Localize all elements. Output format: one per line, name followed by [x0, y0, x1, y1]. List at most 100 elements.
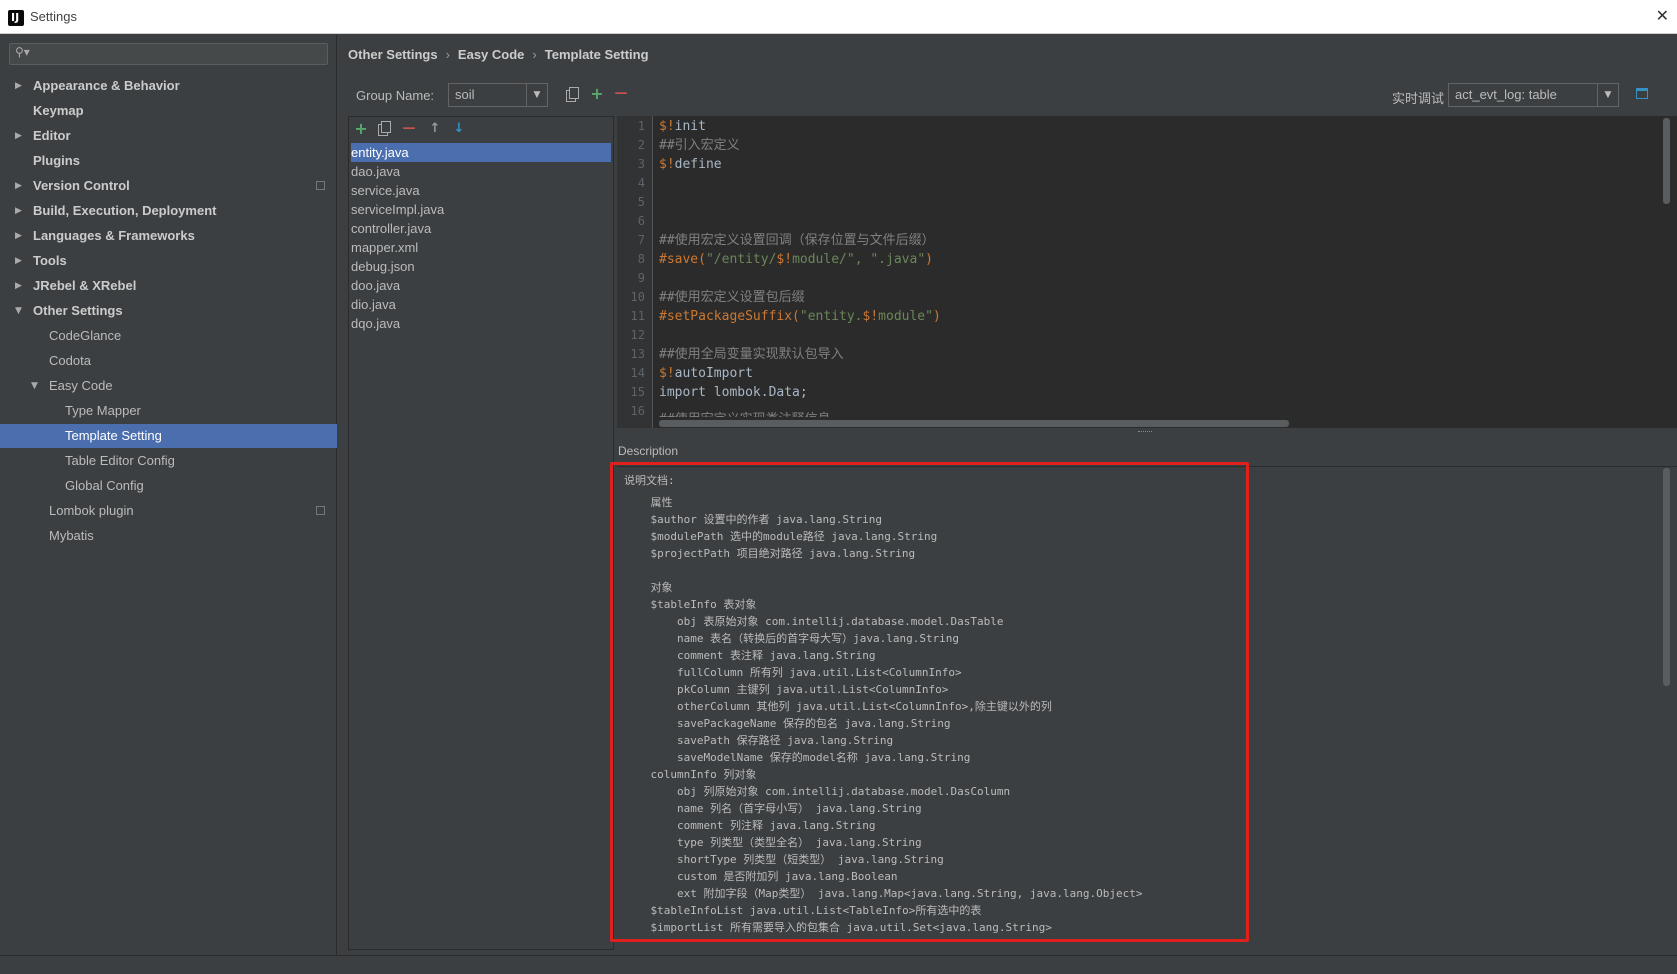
group-name-select[interactable]: soil ▼ — [448, 83, 548, 107]
line-number: 14 — [630, 366, 645, 380]
line-number: 6 — [637, 214, 645, 228]
title-bar: IJ Settings ✕ — [0, 0, 1677, 34]
group-name-label: Group Name: — [356, 88, 435, 103]
expand-arrow-icon: ▶ — [15, 256, 22, 266]
copy-icon — [569, 87, 579, 99]
file-item-entity[interactable]: entity.java — [351, 143, 611, 162]
sidebar-item-plugins[interactable]: Plugins — [0, 149, 337, 173]
window-title: Settings — [30, 9, 77, 24]
remove-group-button[interactable]: — — [613, 86, 629, 102]
expand-arrow-icon: ▶ — [15, 281, 22, 291]
file-item-dao[interactable]: dao.java — [351, 162, 611, 181]
preview-button[interactable] — [1634, 86, 1650, 102]
code-line: ##引入宏定义 — [659, 138, 740, 153]
code-line: $!init — [659, 119, 706, 134]
sidebar-item-table-editor-config[interactable]: Table Editor Config — [0, 449, 337, 473]
description-label: Description — [618, 444, 679, 458]
code-line: $!define — [659, 157, 722, 172]
file-item-dio[interactable]: dio.java — [351, 295, 611, 314]
line-number: 5 — [637, 195, 645, 209]
settings-search-input[interactable]: ⚲▾ — [9, 43, 328, 65]
sidebar-item-codota[interactable]: Codota — [0, 349, 337, 373]
remove-file-button[interactable]: — — [401, 121, 417, 137]
expand-arrow-icon: ▶ — [15, 181, 22, 191]
sidebar-item-easy-code[interactable]: ▼ Easy Code — [0, 374, 337, 398]
file-item-controller[interactable]: controller.java — [351, 219, 611, 238]
file-item-doo[interactable]: doo.java — [351, 276, 611, 295]
sidebar-item-codeglance[interactable]: CodeGlance — [0, 324, 337, 348]
splitter-handle[interactable] — [1138, 431, 1152, 434]
sidebar-item-tools[interactable]: ▶ Tools — [0, 249, 337, 273]
line-number: 1 — [637, 119, 645, 133]
collapse-arrow-icon: ▼ — [31, 381, 38, 391]
move-up-button[interactable]: ↑ — [427, 121, 443, 137]
sidebar-item-editor[interactable]: ▶ Editor — [0, 124, 337, 148]
file-item-debug[interactable]: debug.json — [351, 257, 611, 276]
code-line: #setPackageSuffix("entity.$!module") — [659, 309, 941, 324]
code-line: ##使用宏定义设置回调（保存位置与文件后缀） — [659, 233, 935, 248]
preview-icon — [1636, 88, 1648, 99]
line-number: 4 — [637, 176, 645, 190]
expand-arrow-icon: ▶ — [15, 206, 22, 216]
close-button[interactable]: ✕ — [1656, 6, 1669, 25]
expand-arrow-icon: ▶ — [15, 231, 22, 241]
sidebar-item-template-setting[interactable]: Template Setting — [0, 424, 337, 448]
line-number: 10 — [630, 290, 645, 304]
sidebar-item-languages[interactable]: ▶ Languages & Frameworks — [0, 224, 337, 248]
realtime-debug-label: 实时调试 — [1392, 92, 1445, 107]
breadcrumb-item: Template Setting — [544, 47, 649, 62]
sidebar-item-version-control[interactable]: ▶ Version Control — [0, 174, 337, 198]
collapse-arrow-icon: ▼ — [15, 306, 22, 316]
breadcrumb-separator: › — [532, 47, 537, 62]
editor-vertical-scrollbar[interactable] — [1663, 118, 1670, 204]
code-line: ##使用全局变量实现默认包导入 — [659, 347, 844, 362]
sidebar-item-mybatis[interactable]: Mybatis — [0, 524, 337, 548]
search-icon: ⚲▾ — [15, 45, 30, 59]
file-item-dqo[interactable]: dqo.java — [351, 314, 611, 333]
code-line: import lombok.Data; — [659, 385, 808, 400]
code-line: $!autoImport — [659, 366, 753, 381]
move-down-button[interactable]: ↓ — [451, 121, 467, 137]
copy-icon — [381, 121, 391, 133]
line-number: 3 — [637, 157, 645, 171]
line-number: 9 — [637, 271, 645, 285]
expand-arrow-icon: ▶ — [15, 131, 22, 141]
copy-group-button[interactable] — [565, 87, 581, 103]
line-number: 16 — [630, 404, 645, 418]
sidebar-item-keymap[interactable]: Keymap — [0, 99, 337, 123]
line-number: 13 — [630, 347, 645, 361]
file-item-service[interactable]: service.java — [351, 181, 611, 200]
line-number: 7 — [637, 233, 645, 247]
breadcrumb: Other Settings › Easy Code › Template Settin… — [348, 47, 649, 62]
intellij-logo-icon: IJ — [8, 10, 24, 26]
code-line: ##使用宏定义设置包后缀 — [659, 290, 805, 305]
sidebar-item-type-mapper[interactable]: Type Mapper — [0, 399, 337, 423]
line-number: 15 — [630, 385, 645, 399]
sidebar-item-other-settings[interactable]: ▼ Other Settings — [0, 299, 337, 323]
highlight-box — [610, 462, 1249, 942]
line-number: 2 — [637, 138, 645, 152]
sidebar-item-build[interactable]: ▶ Build, Execution, Deployment — [0, 199, 337, 223]
add-group-button[interactable]: + — [589, 86, 605, 102]
add-file-button[interactable]: + — [353, 121, 369, 137]
line-number: 12 — [630, 328, 645, 342]
chevron-down-icon: ▼ — [1597, 84, 1618, 106]
copy-file-button[interactable] — [377, 121, 393, 137]
chevron-down-icon: ▼ — [526, 84, 547, 106]
file-item-service-impl[interactable]: serviceImpl.java — [351, 200, 611, 219]
project-settings-icon — [316, 506, 325, 515]
editor-horizontal-scrollbar[interactable] — [659, 420, 1289, 427]
template-code-editor[interactable] — [617, 116, 1677, 428]
debug-table-select[interactable]: act_evt_log: table ▼ — [1448, 83, 1619, 107]
file-item-mapper[interactable]: mapper.xml — [351, 238, 611, 257]
sidebar-item-global-config[interactable]: Global Config — [0, 474, 337, 498]
code-line: #save("/entity/$!module/", ".java") — [659, 252, 933, 267]
breadcrumb-item: Other Settings — [348, 47, 438, 62]
breadcrumb-separator: › — [445, 47, 450, 62]
sidebar-item-jrebel[interactable]: ▶ JRebel & XRebel — [0, 274, 337, 298]
sidebar-item-lombok[interactable]: Lombok plugin — [0, 499, 337, 523]
expand-arrow-icon: ▶ — [15, 81, 22, 91]
sidebar-item-appearance[interactable]: ▶ Appearance & Behavior — [0, 74, 337, 98]
bottom-bar — [0, 955, 1677, 974]
description-scrollbar[interactable] — [1663, 468, 1670, 686]
